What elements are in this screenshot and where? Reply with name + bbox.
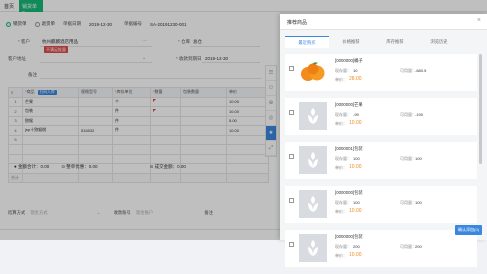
image-placeholder-icon: [299, 190, 327, 218]
recommend-panel: 推荐商品 × 最近购买 价格推荐 库存推荐 浏览历史 [0000000]橘子 现…: [280, 14, 487, 267]
price-value: 10.00: [349, 252, 362, 258]
list-item[interactable]: [0000000]包装 现存量： 100 可用量： 100 单价： 10.00: [285, 186, 477, 223]
item-name: [0000000]包装: [335, 234, 363, 239]
confirm-add-button[interactable]: 确认添加(0): [455, 225, 482, 235]
item-name: [0000000]芒果: [335, 102, 363, 107]
stock-value: 200: [353, 244, 360, 249]
list-item[interactable]: [0000001]包装 现存量： 100 可用量： 100 单价： 10.00: [285, 142, 477, 179]
stock-label: 现存量：: [335, 156, 351, 161]
item-checkbox[interactable]: [289, 198, 294, 203]
stock-label: 现存量：: [335, 68, 351, 73]
stock-label: 现存量：: [335, 244, 351, 249]
item-name: [0000000]包装: [335, 190, 363, 195]
list-item[interactable]: [0000000]包装 现存量： 200 可用量： 200 单价： 10.00: [285, 230, 477, 267]
image-placeholder-icon: [299, 102, 327, 130]
orange-icon: [301, 62, 325, 81]
item-checkbox[interactable]: [289, 154, 294, 159]
placeholder-logo-icon: [308, 196, 318, 212]
placeholder-logo-icon: [308, 152, 318, 168]
image-placeholder-icon: [299, 234, 327, 262]
stock-label: 现存量：: [335, 200, 351, 205]
tab-recent[interactable]: 最近购买: [285, 36, 329, 48]
price-label: 单价：: [335, 77, 347, 82]
tab-stock[interactable]: 库存推荐: [373, 36, 417, 48]
avail-value: -680.5: [415, 68, 427, 73]
image-placeholder-icon: [299, 146, 327, 174]
placeholder-logo-icon: [308, 240, 318, 256]
close-icon[interactable]: ×: [477, 17, 481, 24]
avail-value: 200: [415, 244, 422, 249]
stock-value: -99: [353, 112, 359, 117]
price-label: 单价：: [335, 165, 347, 170]
list-item[interactable]: [0000000]芒果 现存量： -99 可用量： -190 单价： 10.00: [285, 98, 477, 135]
orange-thumbnail: [299, 58, 327, 86]
avail-value: 100: [415, 200, 422, 205]
avail-label: 可用量：: [400, 244, 416, 249]
avail-value: 100: [415, 156, 422, 161]
item-checkbox[interactable]: [289, 242, 294, 247]
price-label: 单价：: [335, 121, 347, 126]
panel-title: 推荐商品: [287, 20, 308, 26]
price-label: 单价：: [335, 209, 347, 214]
panel-tabs: 最近购买 价格推荐 库存推荐 浏览历史: [285, 36, 461, 48]
panel-header: 推荐商品 ×: [280, 14, 487, 30]
stock-value: 100: [353, 200, 360, 205]
list-item[interactable]: [0000000]橘子 现存量： 10 可用量： -680.5 单价： 28.0…: [285, 54, 477, 91]
item-name: [0000001]包装: [335, 146, 363, 151]
avail-label: 可用量：: [400, 68, 416, 73]
price-value: 10.00: [349, 208, 362, 214]
price-value: 10.00: [349, 120, 362, 126]
avail-label: 可用量：: [400, 200, 416, 205]
avail-label: 可用量：: [400, 156, 416, 161]
price-value: 28.00: [349, 76, 362, 82]
stock-value: 10: [353, 68, 358, 73]
tab-price[interactable]: 价格推荐: [329, 36, 373, 48]
recommend-list: [0000000]橘子 现存量： 10 可用量： -680.5 单价： 28.0…: [285, 54, 477, 274]
stock-label: 现存量：: [335, 112, 351, 117]
avail-label: 可用量：: [400, 112, 416, 117]
item-checkbox[interactable]: [289, 66, 294, 71]
stock-value: 100: [353, 156, 360, 161]
price-label: 单价：: [335, 253, 347, 258]
placeholder-logo-icon: [308, 108, 318, 124]
tab-history[interactable]: 浏览历史: [417, 36, 461, 48]
item-checkbox[interactable]: [289, 110, 294, 115]
item-name: [0000000]橘子: [335, 58, 363, 63]
avail-value: -190: [415, 112, 424, 117]
panel-scrollbar[interactable]: [479, 54, 482, 164]
price-value: 10.00: [349, 164, 362, 170]
